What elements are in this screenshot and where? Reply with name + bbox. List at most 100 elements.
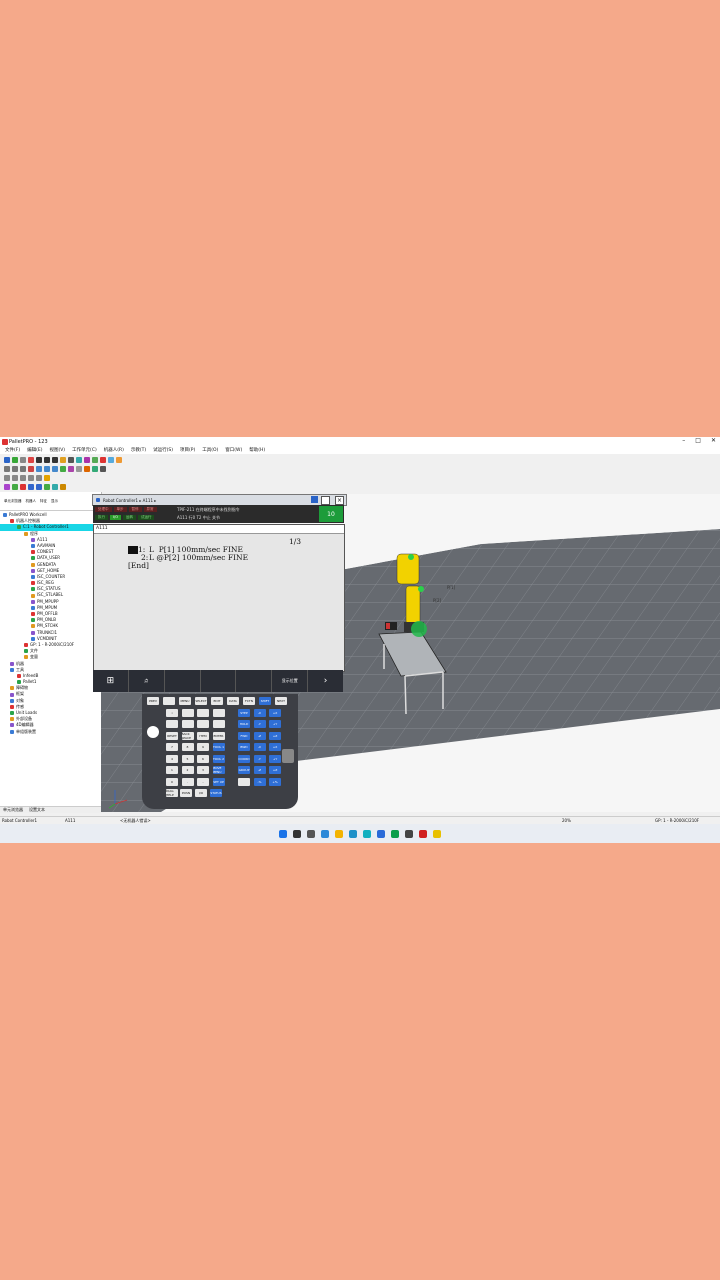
key-1[interactable]: 1: [166, 766, 178, 774]
grid-icon[interactable]: [76, 465, 82, 472]
key-tool-1[interactable]: TOOL 1: [212, 743, 225, 751]
zoom-in-icon[interactable]: [4, 465, 10, 472]
key-set-up[interactable]: SET UP: [212, 777, 225, 786]
key-+%[interactable]: +%: [269, 777, 281, 786]
key-move-menu[interactable]: MOVE MENU: [212, 766, 225, 774]
view-side-icon[interactable]: [52, 465, 58, 472]
softkey-3[interactable]: [165, 670, 201, 692]
key-back-space[interactable]: BACK SPACE: [181, 731, 194, 740]
key-bwd[interactable]: BWD: [238, 743, 250, 751]
menu-file[interactable]: 文件(F): [5, 447, 20, 453]
key-+y[interactable]: +Y: [269, 754, 281, 763]
key-+x[interactable]: +X: [269, 708, 281, 717]
axis-icon[interactable]: [28, 465, 34, 472]
tree-tool-feature[interactable]: 特征: [40, 499, 47, 504]
search-icon[interactable]: [293, 829, 301, 838]
play-icon[interactable]: [36, 456, 42, 463]
key-7[interactable]: 7: [166, 743, 178, 751]
new-icon[interactable]: [4, 474, 10, 481]
teach-icon[interactable]: [76, 456, 82, 463]
chart-icon[interactable]: [4, 483, 10, 490]
softkey-1[interactable]: ⊞: [93, 670, 129, 692]
menu-edit[interactable]: 编辑(E): [27, 447, 42, 453]
menu-window[interactable]: 窗口(W): [225, 447, 242, 453]
jog-icon[interactable]: [84, 456, 90, 463]
side-panel-icon[interactable]: [282, 749, 294, 763]
key-i-o[interactable]: I/O: [195, 789, 207, 797]
light-icon[interactable]: [84, 465, 90, 472]
tab-cell-browser[interactable]: 单元浏览器: [3, 807, 23, 813]
tree-tool-browser[interactable]: 单元浏览器: [4, 499, 22, 504]
key-fwd[interactable]: FWD: [238, 731, 250, 740]
key-blank[interactable]: [212, 708, 225, 717]
file-explorer-icon[interactable]: [335, 829, 343, 838]
key-shift[interactable]: SHIFT: [259, 697, 271, 705]
pallet-icon[interactable]: [12, 483, 18, 490]
save-icon[interactable]: [20, 474, 26, 481]
app-icon[interactable]: [405, 829, 413, 838]
softkey-2[interactable]: 点: [129, 670, 165, 692]
key-hold[interactable]: HOLD: [238, 720, 250, 728]
key--z[interactable]: -Z: [253, 731, 266, 740]
key-coord[interactable]: COORD: [238, 754, 250, 763]
softkey-6[interactable]: 显示位置: [272, 670, 309, 692]
pause-icon[interactable]: [44, 456, 50, 463]
view-top-icon[interactable]: [44, 465, 50, 472]
key-step[interactable]: STEP: [238, 708, 250, 717]
pendant-refresh-button[interactable]: [321, 496, 330, 505]
key-blank[interactable]: [197, 708, 209, 717]
key-blank[interactable]: [166, 720, 178, 728]
open-icon[interactable]: [12, 474, 18, 481]
alarm-icon[interactable]: [100, 456, 106, 463]
key-+z[interactable]: +Z: [269, 731, 281, 740]
tab-settings-text[interactable]: 设置文本: [29, 807, 45, 813]
key-next[interactable]: NEXT: [275, 697, 287, 705]
key--%[interactable]: -%: [253, 777, 266, 786]
menu-view[interactable]: 视图(V): [49, 447, 65, 453]
menu-tools[interactable]: 工具(O): [202, 447, 218, 453]
view-front-icon[interactable]: [36, 465, 42, 472]
key-diag-help[interactable]: DIAG HELP: [166, 789, 178, 797]
widgets-icon[interactable]: [321, 829, 329, 838]
pendant-close-button[interactable]: ×: [335, 496, 344, 505]
key-+y[interactable]: +Y: [269, 720, 281, 728]
key--[interactable]: .: [181, 777, 194, 786]
minimize-button[interactable]: –: [682, 437, 685, 444]
key-2[interactable]: 2: [181, 766, 194, 774]
key-0[interactable]: 0: [166, 777, 178, 786]
close-button[interactable]: ✕: [711, 437, 716, 444]
key-blank[interactable]: [163, 697, 175, 705]
key-blank[interactable]: [197, 720, 209, 728]
cycle-icon[interactable]: [92, 456, 98, 463]
taskview-icon[interactable]: [307, 829, 315, 838]
key-blank[interactable]: [238, 777, 250, 786]
key-data[interactable]: DATA: [227, 697, 239, 705]
menu-robot[interactable]: 机器人(R): [104, 447, 124, 453]
key-reset[interactable]: RESET: [166, 731, 178, 740]
measure-icon[interactable]: [116, 456, 122, 463]
store-icon[interactable]: [363, 829, 371, 838]
edge-icon[interactable]: [349, 829, 357, 838]
menu-cell[interactable]: 工作单元(C): [72, 447, 97, 453]
wechat-icon[interactable]: [391, 829, 399, 838]
key-item[interactable]: ITEM: [197, 731, 209, 740]
menu-teach[interactable]: 示教(T): [131, 447, 146, 453]
key-status[interactable]: STATUS: [210, 789, 222, 797]
pendant-dock-button[interactable]: [311, 496, 318, 503]
redo-icon[interactable]: [36, 474, 42, 481]
key-blank[interactable]: [181, 720, 194, 728]
view-iso-icon[interactable]: [60, 465, 66, 472]
key-3[interactable]: 3: [197, 766, 209, 774]
conveyor-icon[interactable]: [28, 483, 34, 490]
pattern-icon[interactable]: [60, 483, 66, 490]
start-icon[interactable]: [279, 829, 287, 838]
camera-icon[interactable]: [100, 465, 106, 472]
key-8[interactable]: 8: [181, 743, 194, 751]
tree-tool-display[interactable]: 显示: [51, 499, 58, 504]
emergency-key-icon[interactable]: [147, 726, 159, 738]
key-fctn[interactable]: FCTN: [243, 697, 255, 705]
tree-tool-robot[interactable]: 机器人: [26, 499, 37, 504]
wireframe-icon[interactable]: [68, 465, 74, 472]
palletpro-taskbar-icon[interactable]: [433, 829, 441, 838]
stop-icon[interactable]: [52, 456, 58, 463]
